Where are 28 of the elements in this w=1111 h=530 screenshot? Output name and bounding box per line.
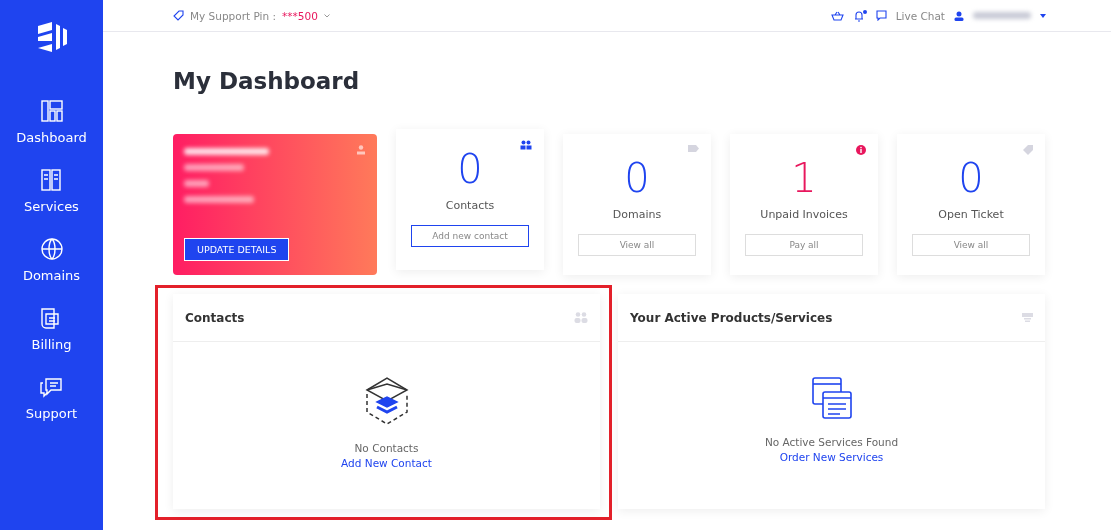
sidebar-item[interactable]: Billing <box>25 301 78 356</box>
support-pin-label: My Support Pin : <box>190 9 276 22</box>
live-chat-link[interactable]: Live Chat <box>895 9 945 22</box>
sidebar-item[interactable]: Domains <box>16 232 87 287</box>
empty-message: No Contacts <box>354 442 419 454</box>
stat-label: Open Ticket <box>938 208 1004 221</box>
empty-message: No Active Services Found <box>764 436 899 448</box>
sidebar-item[interactable]: Dashboard <box>10 94 93 149</box>
page-title: My Dashboard <box>173 68 361 94</box>
stat-value: 1 <box>791 156 817 200</box>
card-action-button[interactable]: View all <box>912 234 1030 256</box>
panel-title: Your Active Products/Services <box>630 310 833 325</box>
stat-label: Contacts <box>445 199 495 212</box>
support-pin-value[interactable]: ***500 <box>282 9 318 22</box>
stat-value: 0 <box>958 156 984 200</box>
card-action-button[interactable]: Add new contact <box>411 225 529 247</box>
stat-value: 0 <box>624 156 650 200</box>
stat-label: Domains <box>612 208 662 221</box>
sidebar-item[interactable]: Services <box>18 163 85 218</box>
card-action-button[interactable]: Pay all <box>745 234 863 256</box>
stat-value: 0 <box>457 147 483 191</box>
card-action-button[interactable]: View all <box>578 234 696 256</box>
panel-link[interactable]: Add New Contact <box>341 457 432 469</box>
stat-label: Unpaid Invoices <box>760 208 848 221</box>
panel-title: Contacts <box>185 310 245 325</box>
panel-link[interactable]: Order New Services <box>779 451 884 463</box>
update-details-button[interactable]: UPDATE DETAILS <box>184 238 290 261</box>
sidebar-item[interactable]: Support <box>19 370 84 425</box>
